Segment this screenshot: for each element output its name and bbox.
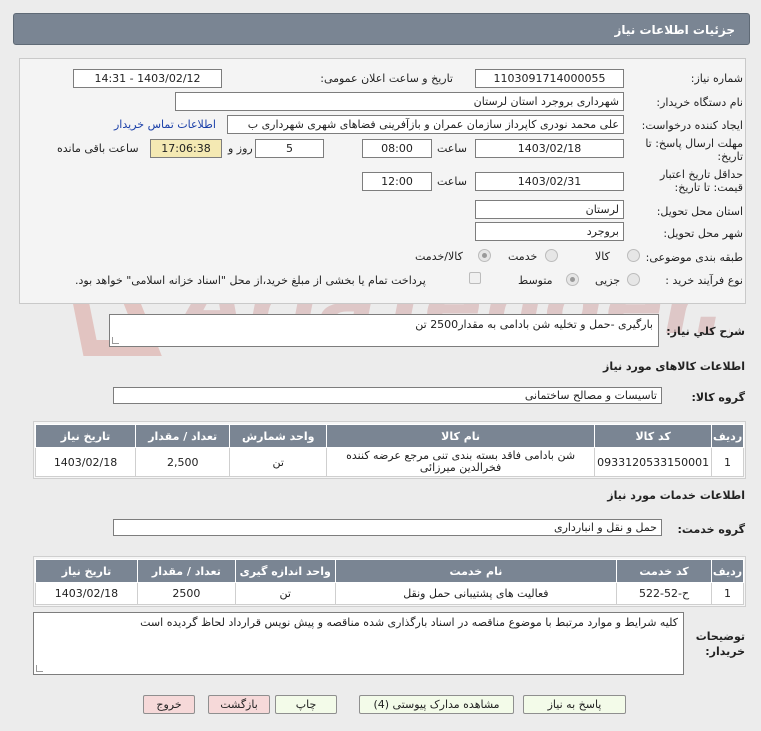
goods-group-label: گروه کالا:	[691, 391, 745, 404]
services-group-label: گروه خدمت:	[677, 523, 745, 536]
buyer-org-field[interactable]: شهرداری بروجرد استان لرستان	[175, 92, 624, 111]
remaining-time-field: 17:06:38	[150, 139, 222, 158]
services-cell-unit: تن	[234, 582, 336, 605]
table-row[interactable]: 1 ح-52-522 فعالیت های پشتیبانی حمل ونقل …	[35, 582, 744, 605]
goods-col-name: نام کالا	[326, 424, 596, 448]
remaining-time-label: ساعت باقی مانده	[57, 142, 139, 155]
services-cell-qty: 2500	[136, 582, 236, 605]
announce-label: تاریخ و ساعت اعلان عمومی:	[320, 72, 453, 85]
deadline-date-field[interactable]: 1403/02/18	[475, 139, 624, 158]
description-textarea[interactable]: بارگیری -حمل و تخلیه شن بادامی به مقدار2…	[109, 314, 659, 347]
creator-field[interactable]: علی محمد نودری کاپرداز سازمان عمران و با…	[227, 115, 624, 134]
category-option-goods-service: کالا/خدمت	[415, 250, 463, 263]
page-header: جزئیات اطلاعات نیاز	[13, 13, 750, 45]
category-radio-goods-service[interactable]	[478, 249, 491, 262]
services-cell-code: ح-52-522	[616, 582, 713, 605]
goods-cell-unit: تن	[229, 447, 328, 477]
goods-col-unit: واحد شمارش	[229, 424, 328, 448]
services-group-field[interactable]: حمل و نقل و انبارداری	[113, 519, 662, 536]
process-radio-minor[interactable]	[627, 273, 640, 286]
services-cell-name: فعالیت های پشتیبانی حمل ونقل	[334, 582, 618, 605]
buyer-org-label: نام دستگاه خریدار:	[656, 96, 743, 109]
treasury-payment-note: پرداخت تمام یا بخشی از مبلغ خرید،از محل …	[75, 274, 426, 287]
process-label: نوع فرآیند خرید :	[665, 274, 743, 287]
days-label: روز و	[228, 142, 253, 155]
exit-button[interactable]: خروج	[143, 695, 195, 714]
services-col-name: نام خدمت	[334, 559, 618, 583]
goods-group-field[interactable]: تاسیسات و مصالح ساختمانی	[113, 387, 662, 404]
back-button[interactable]: بازگشت	[208, 695, 270, 714]
deadline-time-label: ساعت	[437, 142, 467, 155]
print-button[interactable]: چاپ	[275, 695, 337, 714]
services-section-title: اطلاعات خدمات مورد نیاز	[607, 489, 745, 502]
buyer-notes-text: کلیه شرایط و موارد مرتبط با موضوع مناقصه…	[140, 616, 678, 629]
need-number-field[interactable]: 1103091714000055	[475, 69, 624, 88]
province-field[interactable]: لرستان	[475, 200, 624, 219]
buyer-notes-label-line2: خریدار:	[705, 645, 745, 658]
services-col-row: ردیف	[711, 559, 744, 583]
need-number-label: شماره نیاز:	[690, 72, 743, 85]
category-option-service: خدمت	[508, 250, 538, 263]
goods-cell-qty: 2,500	[135, 447, 231, 477]
deadline-label-line2: تاریخ:	[717, 150, 743, 163]
validity-time-field[interactable]: 12:00	[362, 172, 432, 191]
services-cell-date: 1403/02/18	[35, 582, 138, 605]
goods-col-row: ردیف	[711, 424, 744, 448]
category-radio-service[interactable]	[545, 249, 558, 262]
goods-table-header: ردیف کد کالا نام کالا واحد شمارش تعداد /…	[34, 424, 744, 448]
goods-col-date: تاریخ نیاز	[34, 424, 137, 448]
goods-cell-code: 0933120533150001	[594, 447, 713, 477]
goods-section-title: اطلاعات کالاهای مورد نیاز	[603, 360, 745, 373]
resize-handle-icon[interactable]	[112, 337, 119, 344]
city-label: شهر محل تحویل:	[663, 227, 743, 240]
announce-datetime-field[interactable]: 1403/02/12 - 14:31	[73, 69, 222, 88]
services-cell-row: 1	[711, 582, 744, 605]
view-attachments-button[interactable]: مشاهده مدارک پیوستی (4)	[359, 695, 514, 714]
services-col-unit: واحد اندازه گیری	[234, 559, 336, 583]
services-col-code: کد خدمت	[616, 559, 713, 583]
description-text: بارگیری -حمل و تخلیه شن بادامی به مقدار2…	[415, 318, 653, 331]
process-option-medium: متوسط	[518, 274, 553, 287]
treasury-payment-checkbox[interactable]	[469, 272, 481, 284]
province-label: استان محل تحویل:	[656, 205, 743, 218]
category-label: طبقه بندی موضوعی:	[645, 251, 743, 264]
deadline-time-field[interactable]: 08:00	[362, 139, 432, 158]
validity-time-label: ساعت	[437, 175, 467, 188]
services-table-header: ردیف کد خدمت نام خدمت واحد اندازه گیری ت…	[35, 559, 744, 583]
days-remaining-field[interactable]: 5	[255, 139, 324, 158]
validity-label-line1: حداقل تاریخ اعتبار	[659, 168, 743, 181]
process-radio-medium[interactable]	[566, 273, 579, 286]
table-row[interactable]: 1 0933120533150001 شن بادامی فاقد بسته ب…	[34, 447, 744, 477]
buyer-notes-textarea[interactable]: کلیه شرایط و موارد مرتبط با موضوع مناقصه…	[33, 612, 684, 675]
goods-cell-date: 1403/02/18	[34, 447, 137, 477]
goods-table: ردیف کد کالا نام کالا واحد شمارش تعداد /…	[34, 424, 744, 477]
creator-label: ایجاد کننده درخواست:	[641, 119, 743, 132]
services-col-qty: تعداد / مقدار	[136, 559, 236, 583]
services-col-date: تاریخ نیاز	[35, 559, 138, 583]
services-table: ردیف کد خدمت نام خدمت واحد اندازه گیری ت…	[35, 559, 744, 605]
page-title: جزئیات اطلاعات نیاز	[614, 23, 735, 37]
contact-info-link[interactable]: اطلاعات تماس خریدار	[114, 118, 216, 131]
validity-date-field[interactable]: 1403/02/31	[475, 172, 624, 191]
buyer-notes-label-line1: توضیحات	[695, 630, 745, 643]
description-label: شرح کلي نياز:	[666, 325, 745, 338]
deadline-label-line1: مهلت ارسال پاسخ: تا	[645, 137, 743, 150]
goods-col-qty: تعداد / مقدار	[135, 424, 231, 448]
goods-cell-name: شن بادامی فاقد بسته بندی تنی مرجع عرضه ک…	[326, 447, 596, 477]
category-option-goods: کالا	[595, 250, 610, 263]
category-radio-goods[interactable]	[627, 249, 640, 262]
city-field[interactable]: بروجرد	[475, 222, 624, 241]
reply-button[interactable]: پاسخ به نیاز	[523, 695, 626, 714]
goods-col-code: کد کالا	[594, 424, 713, 448]
process-option-minor: جزیی	[595, 274, 621, 287]
resize-handle-icon[interactable]	[36, 665, 43, 672]
goods-cell-row: 1	[711, 447, 744, 477]
validity-label-line2: قیمت: تا تاریخ:	[674, 181, 743, 194]
